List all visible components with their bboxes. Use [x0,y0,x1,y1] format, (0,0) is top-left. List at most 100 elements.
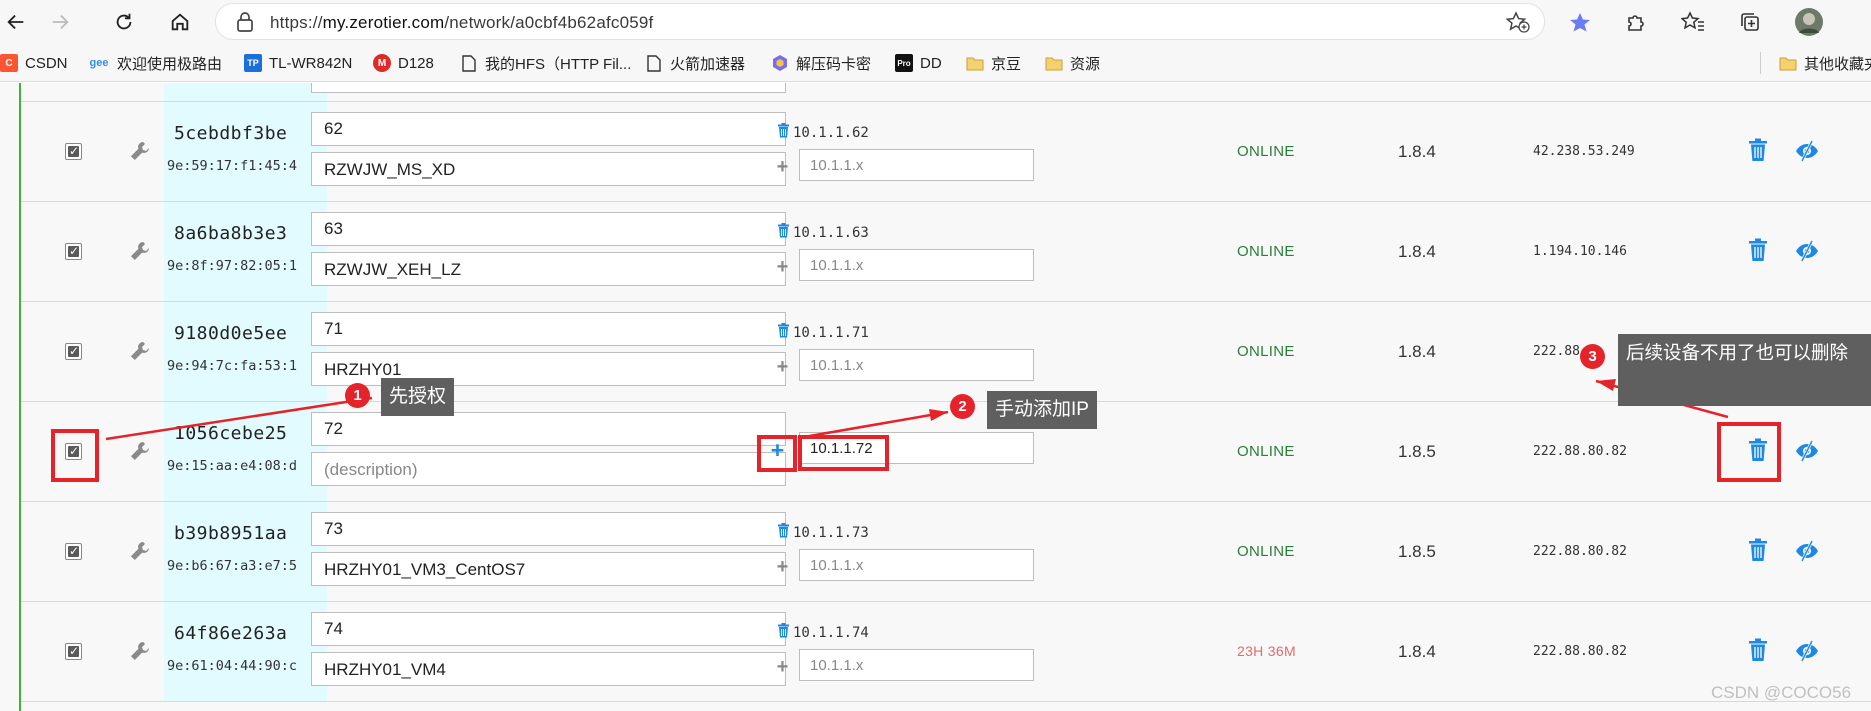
table-row: ✓ 64f86e263a 9e:61:04:44:90:c 74 HRZHY01_VM4… [21,602,1871,702]
ip-assignment-input[interactable]: 10.1.1.x [799,149,1034,181]
bookmark-geek-router[interactable]: gee 欢迎使用极路由 [88,52,223,74]
bookmark-tplink[interactable]: TP TL-WR842N [244,52,352,74]
url-path: /network/a0cbf4b62afc059f [444,13,654,32]
member-mac-address: 9e:8f:97:82:05:1 [167,258,298,274]
highlight-ip-input [798,435,889,471]
bookmark-dd[interactable]: Pro DD [895,52,942,74]
hide-member-icon[interactable] [1795,140,1819,167]
wrench-icon[interactable] [129,540,151,567]
bookmark-resources[interactable]: 资源 [1045,52,1100,74]
delete-member-icon[interactable] [1748,238,1768,267]
hex-icon [771,54,789,72]
hide-member-icon[interactable] [1795,540,1819,567]
lock-icon[interactable] [236,12,254,37]
highlight-delete-button [1717,422,1781,482]
member-name-input[interactable]: 62 [311,112,786,146]
assigned-ip-address: 10.1.1.73 [793,524,869,541]
wrench-icon[interactable] [129,640,151,667]
wrench-icon[interactable] [129,440,151,467]
profile-avatar[interactable] [1793,6,1825,38]
bookmark-hfs[interactable]: 我的HFS（HTTP Fil... [460,52,631,74]
bookmarks-bar: C CSDN gee 欢迎使用极路由 TP TL-WR842N M D128 我… [0,43,1871,82]
member-description-input[interactable]: HRZHY01_VM4 [311,652,786,686]
member-node-id: b39b8951aa [174,523,288,544]
assigned-ip: 10.1.1.71 [777,323,869,342]
add-ip-button[interactable]: + [774,157,791,177]
reload-button[interactable] [108,6,140,38]
add-ip-button[interactable]: + [774,257,791,277]
hide-member-icon[interactable] [1795,440,1819,467]
delete-member-icon[interactable] [1748,138,1768,167]
bookmark-d128[interactable]: M D128 [373,52,434,74]
member-name-input[interactable]: 71 [311,312,786,346]
member-name-input[interactable]: 74 [311,612,786,646]
hide-member-icon[interactable] [1795,640,1819,667]
ip-assignment-input[interactable]: 10.1.1.x [799,549,1034,581]
forward-button[interactable] [44,6,76,38]
member-mac-address: 9e:61:04:44:90:c [167,658,298,674]
collections-icon[interactable] [1734,6,1766,38]
pro-icon: Pro [895,54,913,72]
address-bar[interactable]: https://my.zerotier.com/network/a0cbf4b6… [215,3,1545,40]
wrench-icon[interactable] [129,240,151,267]
member-description-input[interactable]: RZWJW_XEH_LZ [311,252,786,286]
m-icon: M [373,54,391,72]
ip-assignment-input[interactable]: 10.1.1.x [799,649,1034,681]
extensions-puzzle-icon[interactable] [1620,6,1652,38]
csdn-icon: C [0,54,18,72]
add-favorite-icon[interactable] [1505,11,1530,38]
member-status: 23H 36M [1237,643,1296,659]
member-id-cell [164,402,327,501]
member-name-input[interactable]: 72 [311,412,786,446]
member-version: 1.8.4 [1398,142,1436,161]
member-name-input[interactable]: 63 [311,212,786,246]
back-button[interactable] [0,6,32,38]
delete-ip-icon[interactable] [777,123,790,142]
delete-ip-icon[interactable] [777,623,790,642]
member-status: ONLINE [1237,543,1295,560]
delete-ip-icon[interactable] [777,523,790,542]
member-description-input[interactable]: (description) [311,452,786,486]
bookmark-label: 其他收藏夹 [1804,55,1871,73]
ip-assignment-input[interactable]: 10.1.1.x [799,249,1034,281]
bookmark-jingdou[interactable]: 京豆 [966,52,1021,74]
delete-member-icon[interactable] [1748,538,1768,567]
add-ip-button[interactable]: + [774,657,791,677]
extension-star-icon[interactable] [1564,6,1596,38]
member-description-input[interactable]: HRZHY01_VM3_CentOS7 [311,552,786,586]
add-ip-button[interactable]: + [774,557,791,577]
url-scheme: https:// [270,13,323,32]
home-button[interactable] [164,6,196,38]
delete-ip-icon[interactable] [777,223,790,242]
description-input[interactable] [311,83,786,93]
member-node-id: 64f86e263a [174,623,288,644]
member-status: ONLINE [1237,243,1295,260]
bookmark-label: 火箭加速器 [670,55,746,73]
bookmark-rocket[interactable]: 火箭加速器 [645,52,745,74]
member-description-input[interactable]: RZWJW_MS_XD [311,152,786,186]
member-status: ONLINE [1237,343,1295,360]
authorized-checkbox[interactable]: ✓ [65,643,82,660]
other-bookmarks[interactable]: 其他收藏夹 [1760,52,1871,74]
annotation-label-2: 手动添加IP [987,391,1097,429]
authorized-checkbox[interactable]: ✓ [65,243,82,260]
hide-member-icon[interactable] [1795,240,1819,267]
arrow-left-icon [7,14,24,30]
authorized-checkbox[interactable]: ✓ [65,143,82,160]
table-row: ✓ b39b8951aa 9e:b6:67:a3:e7:5 73 HRZHY01_VM3… [21,502,1871,602]
page-icon [645,54,663,72]
member-name-input[interactable]: 73 [311,512,786,546]
add-ip-button[interactable]: + [774,357,791,377]
authorized-checkbox[interactable]: ✓ [65,543,82,560]
table-row: ✓ 5cebdbf3be 9e:59:17:f1:45:4 62 RZWJW_MS_XD… [21,102,1871,202]
delete-ip-icon[interactable] [777,323,790,342]
bookmark-csdn[interactable]: C CSDN [0,52,68,74]
wrench-icon[interactable] [129,340,151,367]
favorites-icon[interactable] [1677,6,1709,38]
member-id-cell [164,102,327,201]
ip-assignment-input[interactable]: 10.1.1.x [799,349,1034,381]
wrench-icon[interactable] [129,140,151,167]
authorized-checkbox[interactable]: ✓ [65,343,82,360]
bookmark-unzip[interactable]: 解压码卡密 [771,52,871,74]
delete-member-icon[interactable] [1748,638,1768,667]
